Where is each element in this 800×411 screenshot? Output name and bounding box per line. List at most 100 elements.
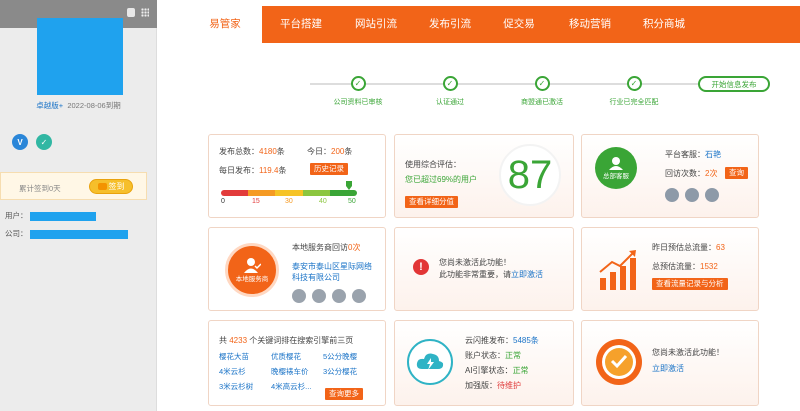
cert-badges: V ✓ (12, 134, 52, 150)
step-4-label: 行业已完全匹配 (609, 99, 659, 106)
company-line: 公司： (5, 228, 128, 239)
keyword-item[interactable]: 3公分樱花 (323, 366, 357, 377)
sign-in-button[interactable]: 签到 (89, 179, 133, 194)
step-2: ✓ 认证通过 (405, 76, 495, 107)
account-status-line: 账户状态：正常 (465, 351, 521, 360)
score-value: 87 (499, 144, 561, 206)
tab-points-mall[interactable]: 积分商城 (630, 6, 698, 43)
start-publish-button[interactable]: 开始信息发布 (698, 76, 770, 92)
main-nav: 易管家 平台搭建 网站引流 发布引流 促交易 移动营销 积分商城 (188, 6, 800, 43)
keyword-item[interactable]: 晚樱裱车价 (271, 366, 309, 377)
scale-tick: 50 (348, 198, 356, 205)
avatar[interactable] (37, 18, 123, 95)
local-service-label: 本地服务商 (235, 276, 269, 283)
publish-daily: 每日发布：119.4条 (219, 166, 287, 175)
keyword-item[interactable]: 5公分晚樱 (323, 351, 357, 362)
check-icon: ✓ (350, 76, 366, 91)
qq-icon[interactable] (685, 188, 699, 202)
cloud-push-line: 云闪推发布：5485条 (465, 336, 539, 345)
publish-today: 今日：200条 (307, 147, 353, 156)
left-sidebar: 卓越版+ 2022-08-06到期 V ✓ 累计签到0天 签到 用户： 公司： (0, 0, 157, 411)
activate-link-2[interactable]: 立即激活 (652, 363, 684, 374)
scale-tick: 40 (319, 198, 327, 205)
step-3-label: 商盟通已激活 (521, 99, 563, 106)
phone-icon[interactable] (665, 188, 679, 202)
keywords-summary: 共 4233 个关键词排在搜索引擎前三页 (219, 336, 354, 345)
vip-badge-icon[interactable]: V (12, 134, 28, 150)
tab-mobile[interactable]: 移动营销 (550, 6, 630, 43)
check-icon: ✓ (442, 76, 458, 91)
local-company-line2[interactable]: 科技有限公司 (292, 272, 340, 283)
keyword-item[interactable]: 4米云杉 (219, 366, 246, 377)
local-visit: 本地服务商回访0次 (292, 243, 361, 252)
contact-icons (665, 188, 719, 202)
qq-icon[interactable] (312, 289, 326, 303)
level-marker-icon (345, 181, 352, 190)
traffic-chart-icon (598, 248, 638, 292)
shield-badge-icon[interactable]: ✓ (36, 134, 52, 150)
lock-icon[interactable] (127, 8, 135, 17)
evaluation-beat: 您已超过69%的用户 (405, 175, 478, 184)
query-button[interactable]: 查询 (725, 167, 748, 179)
progress-steps: ✓ 公司资料已审核 ✓ 认证通过 ✓ 商盟通已激活 ✓ 行业已完全匹配 开始信息… (300, 73, 770, 113)
check-icon: ✓ (626, 76, 642, 91)
clock-icon[interactable] (352, 289, 366, 303)
publish-total: 发布总数：4180条 (219, 147, 285, 156)
cloud-push-card: 云闪推发布：5485条 账户状态：正常 AI引擎状态：正常 加强版：待维护 (394, 320, 574, 406)
bar-segment (302, 190, 330, 196)
tab-yiguanjia[interactable]: 易管家 (188, 6, 262, 43)
activate-link[interactable]: 立即激活 (511, 270, 543, 279)
user-label: 用户： (5, 211, 28, 220)
inactive-line1: 您尚未激活此功能！ (439, 258, 511, 267)
agent-line: 平台客服：石艳 (665, 150, 721, 159)
bar-segment (329, 190, 357, 196)
tab-trade[interactable]: 促交易 (488, 6, 550, 43)
keyword-item[interactable]: 优质樱花 (271, 351, 301, 362)
phone-icon[interactable] (292, 289, 306, 303)
step-3: ✓ 商盟通已激活 (497, 76, 587, 107)
detail-score-button[interactable]: 查看详细分值 (405, 196, 458, 208)
inactive-feature-card-2: 您尚未激活此功能！ 立即激活 (581, 320, 759, 406)
step-2-label: 认证通过 (436, 99, 464, 106)
step-1: ✓ 公司资料已审核 (313, 76, 403, 107)
sign-in-button-label: 签到 (108, 182, 125, 191)
visit-line: 回访次数：2次 (665, 169, 718, 178)
tab-site-traffic[interactable]: 网站引流 (340, 6, 412, 43)
keyword-item[interactable]: 樱花大苗 (219, 351, 249, 362)
user-line: 用户： (5, 210, 96, 221)
cloud-flash-icon (407, 339, 453, 385)
traffic-card: 昨日预估总流量：63 总预估流量：1532 查看流量记录与分析 (581, 227, 759, 311)
publish-stats-card: 发布总数：4180条 今日：200条 每日发布：119.4条 历史记录 0 15… (208, 134, 386, 218)
traffic-total: 总预估流量：1532 (652, 262, 718, 271)
scale-tick: 0 (221, 198, 225, 205)
keyword-item[interactable]: 4米高云杉... (271, 381, 311, 392)
local-service-card: 本地服务商 本地服务商回访0次 泰安市泰山区星际网络 科技有限公司 (208, 227, 386, 311)
keyword-item[interactable]: 3米云杉树 (219, 381, 253, 392)
headquarters-service-label: 总部客服 (603, 173, 629, 180)
tab-platform[interactable]: 平台搭建 (262, 6, 340, 43)
check-icon: ✓ (534, 76, 550, 91)
tab-publish-traffic[interactable]: 发布引流 (412, 6, 488, 43)
edition-line: 卓越版+ 2022-08-06到期 (0, 100, 157, 111)
grid-menu-icon[interactable] (141, 8, 149, 17)
sign-count: 累计签到0天 (19, 184, 61, 193)
sign-in-panel: 累计签到0天 签到 (0, 172, 147, 200)
seal-badge-icon (594, 337, 644, 387)
chat-icon[interactable] (705, 188, 719, 202)
evaluation-card: 使用综合评估： 您已超过69%的用户 查看详细分值 87 (394, 134, 574, 218)
traffic-yesterday: 昨日预估总流量：63 (652, 243, 725, 252)
local-company-line1[interactable]: 泰安市泰山区星际网络 (292, 261, 372, 272)
inactive2-line1: 您尚未激活此功能！ (652, 348, 724, 357)
step-1-label: 公司资料已审核 (333, 99, 383, 106)
traffic-analysis-button[interactable]: 查看流量记录与分析 (652, 278, 728, 290)
gift-icon (97, 183, 107, 190)
history-button[interactable]: 历史记录 (310, 163, 348, 175)
keywords-card: 共 4233 个关键词排在搜索引擎前三页 樱花大苗 优质樱花 5公分晚樱 4米云… (208, 320, 386, 406)
step-4: ✓ 行业已完全匹配 (589, 76, 679, 107)
edition-label[interactable]: 卓越版+ (36, 101, 63, 110)
publish-level-bar (221, 190, 357, 196)
query-more-button[interactable]: 查询更多 (325, 388, 363, 400)
home-icon[interactable] (332, 289, 346, 303)
ai-status-line: AI引擎状态：正常 (465, 366, 529, 375)
bar-segment (275, 190, 303, 196)
